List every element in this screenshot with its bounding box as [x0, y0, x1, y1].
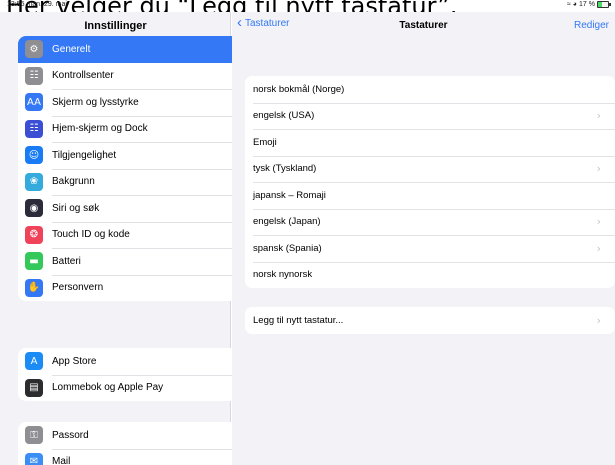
wifi-icon: ≈	[566, 1, 571, 8]
wallpaper-icon: ❀	[25, 172, 43, 191]
sidebar-item-label: Passord	[52, 429, 89, 441]
keyboard-label: engelsk (USA)	[253, 110, 315, 122]
sidebar-item-label: Lommebok og Apple Pay	[52, 382, 164, 394]
accessibility-icon: ☺	[25, 146, 43, 165]
settings-sidebar: Innstillinger ⚙ Generelt ☷ Kontrollsenter AA…	[0, 12, 247, 465]
keyboard-label: Emoji	[253, 136, 277, 148]
sidebar-item-batteri[interactable]: ▬ Batteri	[18, 248, 247, 275]
keyboard-list: norsk bokmål (Norge) engelsk (USA) › Emoji t…	[245, 76, 615, 288]
keyboard-row[interactable]: Emoji	[245, 129, 615, 156]
chevron-right-icon: ›	[596, 109, 601, 123]
hand-icon: ✋	[25, 278, 43, 297]
battery-charging-icon	[597, 1, 611, 8]
sidebar-item-mail[interactable]: ✉ Mail	[18, 448, 247, 465]
gear-icon: ⚙	[25, 40, 43, 59]
keyboard-label: japansk – Romaji	[253, 189, 326, 201]
sidebar-item-kontrollsenter[interactable]: ☷ Kontrollsenter	[18, 63, 247, 90]
sidebar-item-bakgrunn[interactable]: ❀ Bakgrunn	[18, 168, 247, 196]
sidebar-item-label: Hjem-skjerm og Dock	[52, 123, 148, 135]
sidebar-item-personvern[interactable]: ✋ Personvern	[18, 274, 247, 302]
sidebar-item-hjem-skjerm-og-dock[interactable]: ☷ Hjem-skjerm og Dock	[18, 115, 247, 143]
sidebar-item-label: Skjerm og lysstyrke	[52, 96, 139, 108]
keyboard-row[interactable]: norsk bokmål (Norge)	[245, 76, 615, 103]
key-icon: ⚿	[25, 426, 43, 445]
keyboard-label: norsk bokmål (Norge)	[253, 83, 345, 95]
sidebar-item-label: Touch ID og kode	[52, 229, 130, 241]
keyboard-label: engelsk (Japan)	[253, 216, 321, 228]
sidebar-item-label: App Store	[52, 355, 97, 367]
keyboard-label: norsk nynorsk	[253, 269, 313, 281]
keyboard-label: spansk (Spania)	[253, 242, 322, 254]
sidebar-group-accounts: ⚿ Passord ✉ Mail	[18, 422, 247, 465]
sidebar-item-label: Generelt	[52, 43, 91, 55]
keyboard-row[interactable]: japansk – Romaji	[245, 182, 615, 209]
sidebar-item-app-store[interactable]: A App Store	[18, 348, 247, 375]
sidebar-item-siri-og-s-k[interactable]: ◉ Siri og søk	[18, 195, 247, 222]
status-bar: 13:55 man. 29. mai ≈ ◕ 17 %	[0, 0, 615, 12]
mail-icon: ✉	[25, 452, 43, 465]
chevron-right-icon: ›	[596, 162, 601, 176]
display-aa-icon: AA	[25, 93, 43, 112]
edit-button[interactable]: Rediger	[574, 20, 609, 31]
keyboard-row[interactable]: engelsk (Japan) ›	[245, 208, 615, 236]
chevron-right-icon: ›	[596, 241, 601, 255]
sidebar-group-store: A App Store ▤ Lommebok og Apple Pay	[18, 348, 247, 401]
page-title: Tastaturer	[399, 20, 448, 31]
status-indicators: ≈ ◕ 17 %	[566, 1, 611, 8]
sidebar-item-lommebok-og-apple-pay[interactable]: ▤ Lommebok og Apple Pay	[18, 374, 247, 402]
status-time: 13:55 man. 29. mai	[7, 1, 67, 8]
keyboard-row[interactable]: spansk (Spania) ›	[245, 235, 615, 262]
add-keyboard-group: Legg til nytt tastatur... ›	[245, 307, 615, 334]
toggles-icon: ☷	[25, 66, 43, 85]
battery-icon: ▬	[25, 252, 43, 271]
keyboards-detail-pane: ‹ Tastaturer Tastaturer Rediger norsk bo…	[232, 12, 615, 465]
sidebar-item-label: Mail	[52, 456, 71, 465]
sidebar-item-generelt[interactable]: ⚙ Generelt	[18, 36, 247, 63]
app-store-icon: A	[25, 352, 43, 371]
sidebar-item-tilgjengelighet[interactable]: ☺ Tilgjengelighet	[18, 142, 247, 169]
home-grid-icon: ☷	[25, 119, 43, 138]
orientation-lock-icon: ◕	[572, 1, 578, 8]
keyboard-row[interactable]: tysk (Tyskland) ›	[245, 155, 615, 183]
keyboard-label: tysk (Tyskland)	[253, 163, 317, 175]
sidebar-title: Innstillinger	[84, 20, 147, 32]
sidebar-item-touch-id-og-kode[interactable]: ❂ Touch ID og kode	[18, 221, 247, 249]
sidebar-item-passord[interactable]: ⚿ Passord	[18, 422, 247, 449]
sidebar-item-label: Personvern	[52, 282, 104, 294]
sidebar-group-general: ⚙ Generelt ☷ Kontrollsenter AA Skjerm og lyss…	[18, 36, 247, 301]
chevron-right-icon: ›	[596, 313, 601, 327]
sidebar-item-skjerm-og-lysstyrke[interactable]: AA Skjerm og lysstyrke	[18, 89, 247, 116]
keyboard-row[interactable]: norsk nynorsk	[245, 261, 615, 289]
sidebar-item-label: Siri og søk	[52, 202, 100, 214]
fingerprint-icon: ❂	[25, 225, 43, 244]
sidebar-item-label: Kontrollsenter	[52, 70, 114, 82]
sidebar-item-label: Bakgrunn	[52, 176, 95, 188]
siri-icon: ◉	[25, 199, 43, 218]
sidebar-item-label: Tilgjengelighet	[52, 149, 117, 161]
wallet-icon: ▤	[25, 378, 43, 397]
battery-percent: 17 %	[579, 1, 595, 8]
chevron-right-icon: ›	[596, 215, 601, 229]
sidebar-item-label: Batteri	[52, 255, 81, 267]
keyboard-row[interactable]: engelsk (USA) ›	[245, 102, 615, 130]
add-keyboard-label: Legg til nytt tastatur...	[253, 314, 344, 326]
add-keyboard-row[interactable]: Legg til nytt tastatur... ›	[245, 307, 615, 334]
